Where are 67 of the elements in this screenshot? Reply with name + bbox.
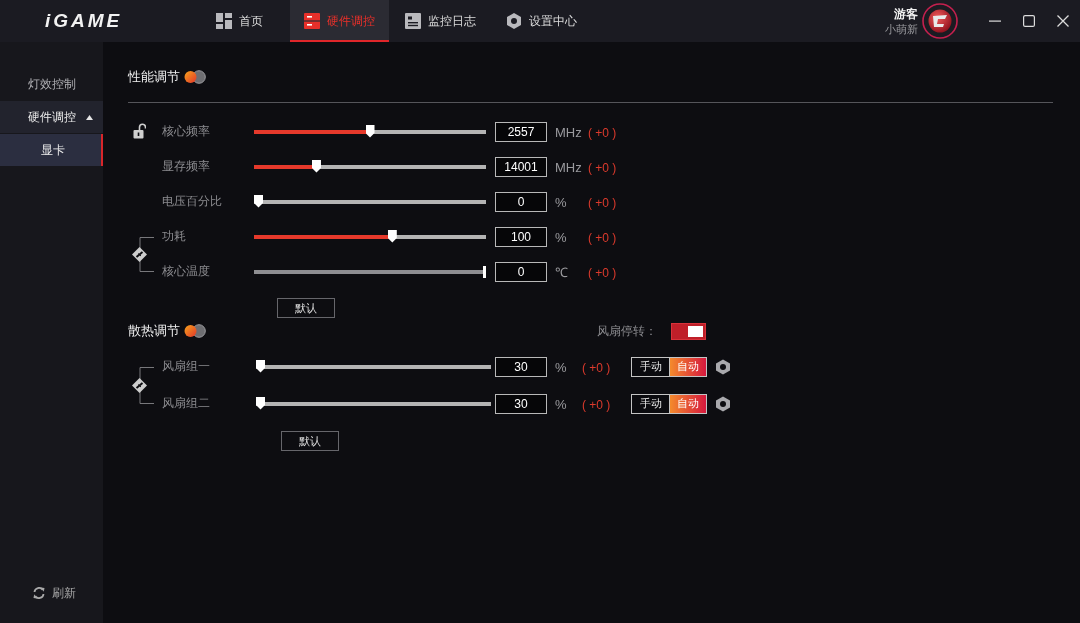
user-rank: 小萌新 <box>885 22 918 36</box>
refresh-icon <box>33 587 45 599</box>
caret-up-icon[interactable] <box>86 114 93 120</box>
slider-handle[interactable] <box>254 194 263 208</box>
link-bracket-icon[interactable] <box>132 236 154 272</box>
toggle-icon[interactable] <box>184 70 206 84</box>
document-icon <box>405 13 421 29</box>
slider-handle[interactable] <box>365 124 375 138</box>
avatar-icon[interactable] <box>922 3 958 39</box>
offset-label: ( +0 ) <box>582 397 611 412</box>
hex-nut-icon <box>506 13 522 29</box>
unit-label: MHz <box>555 159 582 175</box>
unit-label: MHz <box>555 124 582 140</box>
sidebar-item[interactable]: 硬件调控 <box>0 101 103 133</box>
default-button[interactable]: 默认 <box>281 431 339 451</box>
toggle-switch[interactable] <box>671 322 706 340</box>
slider-label: 显存频率 <box>162 158 211 175</box>
logo: iGAME <box>45 10 123 32</box>
fan-stop-label: 风扇停转： <box>597 322 657 340</box>
slider-label: 核心温度 <box>162 263 211 280</box>
panel-icon <box>304 13 320 29</box>
slider-handle[interactable] <box>311 159 321 173</box>
value-field[interactable]: 14001 <box>495 156 547 177</box>
link-bracket-icon[interactable] <box>132 366 154 404</box>
offset-label: ( +0 ) <box>588 265 617 280</box>
slider-handle[interactable] <box>256 359 265 373</box>
offset-label: ( +0 ) <box>588 125 617 140</box>
unit-label: ℃ <box>555 264 568 280</box>
maximize-icon <box>1023 15 1035 27</box>
slider-label: 风扇组一 <box>162 358 211 375</box>
offset-label: ( +0 ) <box>588 160 617 175</box>
slider-handle[interactable] <box>256 396 265 410</box>
section-title: 散热调节 <box>128 323 180 339</box>
mode-button[interactable]: 自动 <box>669 357 706 376</box>
value-field[interactable]: 0 <box>495 191 547 212</box>
unit-label: % <box>555 396 567 412</box>
slider-label: 电压百分比 <box>162 193 223 210</box>
slider-label: 风扇组二 <box>162 395 211 412</box>
value-field[interactable]: 30 <box>495 393 547 414</box>
unit-label: % <box>555 194 567 210</box>
section-title: 性能调节 <box>128 69 180 85</box>
mode-button[interactable]: 自动 <box>669 394 706 413</box>
slider-handle[interactable] <box>387 229 397 243</box>
padlock-icon[interactable] <box>133 123 146 139</box>
grid-icon <box>216 13 232 29</box>
unit-label: % <box>555 359 567 375</box>
nav-tab[interactable]: 首页 <box>202 0 288 42</box>
slider-label: 功耗 <box>162 228 187 245</box>
offset-label: ( +0 ) <box>588 230 617 245</box>
value-field[interactable]: 2557 <box>495 121 547 142</box>
nav-tab[interactable]: 设置中心 <box>492 0 591 42</box>
user-name: 游客 <box>894 6 918 21</box>
value-field[interactable]: 30 <box>495 356 547 377</box>
offset-label: ( +0 ) <box>588 195 617 210</box>
refresh-button[interactable]: 刷新 <box>33 583 76 603</box>
sidebar-item[interactable]: 灯效控制 <box>0 68 103 100</box>
close-icon <box>1057 15 1069 27</box>
toggle-icon[interactable] <box>184 324 206 338</box>
hex-nut-icon[interactable] <box>715 358 731 375</box>
hex-nut-icon[interactable] <box>715 395 731 412</box>
offset-label: ( +0 ) <box>582 360 611 375</box>
default-button[interactable]: 默认 <box>277 298 335 318</box>
slider-label: 核心频率 <box>162 123 211 140</box>
value-field[interactable]: 100 <box>495 226 547 247</box>
sidebar-item[interactable]: 显卡 <box>0 134 103 166</box>
nav-tab[interactable]: 监控日志 <box>391 0 490 42</box>
unit-label: % <box>555 229 567 245</box>
